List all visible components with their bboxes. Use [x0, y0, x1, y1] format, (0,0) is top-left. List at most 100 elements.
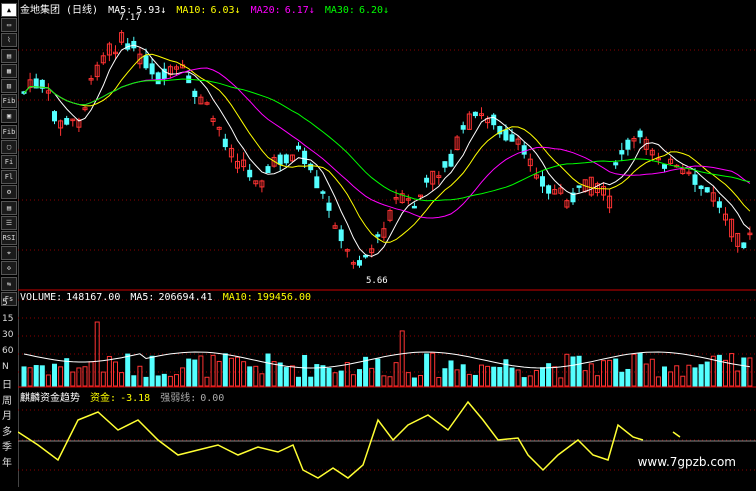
toolbar-button-12[interactable]: ⚙	[1, 185, 17, 200]
candle-body	[52, 111, 57, 122]
candle-body	[302, 150, 308, 165]
volume-bar	[131, 375, 137, 387]
volume-bar	[509, 367, 515, 387]
volume-bar	[253, 365, 259, 387]
toolbar-button-15[interactable]: RSI	[1, 231, 17, 245]
volume-bar	[58, 366, 64, 387]
toolbar-button-5[interactable]: ▥	[1, 79, 17, 93]
toolbar-button-4[interactable]: ▦	[1, 63, 17, 78]
toolbar-button-8[interactable]: Fib	[1, 124, 17, 139]
volume-bar	[619, 371, 625, 387]
volume-bar	[100, 371, 106, 387]
toolbar-button-3[interactable]: ▤	[1, 48, 17, 63]
toolbar-button-11[interactable]: Fl	[1, 170, 17, 185]
ma20-value: 6.17↓	[284, 5, 315, 16]
volume-bar	[448, 360, 454, 387]
volume-bar	[350, 374, 356, 387]
candle-body	[247, 169, 253, 178]
toolbar-button-9[interactable]: ▢	[1, 139, 17, 154]
volume-bar	[88, 361, 94, 387]
volume-bar	[387, 376, 393, 387]
volume-bar	[594, 375, 600, 387]
volume-header: VOLUME: 148167.00 MA5: 206694.41 MA10: 1994…	[20, 292, 315, 303]
period-label-3[interactable]: 多	[2, 423, 12, 438]
vol-ma10-label: MA10:	[222, 292, 253, 303]
volume-bar	[302, 354, 308, 387]
toolbar-button-18[interactable]: ⇆	[1, 276, 17, 291]
volume-bar	[503, 359, 509, 387]
toolbar-button-6[interactable]: Fib	[1, 94, 17, 109]
volume-bar	[186, 358, 192, 387]
toolbar-button-16[interactable]: ⌖	[1, 246, 17, 261]
toolbar-button-1[interactable]: ▭	[1, 18, 17, 33]
toolbar-button-17[interactable]: ✣	[1, 261, 17, 276]
strength-label: 强弱线:	[160, 393, 197, 404]
period-label-4[interactable]: 季	[2, 438, 12, 453]
chart-area[interactable]: 金地集团 (日线) MA5: 5.93↓ MA10: 6.03↓ MA20: 6.17…	[17, 0, 756, 487]
volume-bar	[125, 353, 131, 387]
ma5-line	[23, 44, 751, 257]
volume-bar	[259, 373, 265, 387]
volume-bar	[21, 366, 27, 387]
candle-body	[460, 125, 466, 130]
volume-bar	[680, 375, 686, 387]
volume-bar	[655, 376, 661, 387]
volume-bar	[411, 377, 417, 387]
main-header: 金地集团 (日线) MA5: 5.93↓ MA10: 6.03↓ MA20: 6.17…	[20, 1, 393, 16]
volume-bar	[430, 352, 436, 387]
volume-bar	[70, 371, 76, 387]
candle-body	[64, 118, 70, 125]
volume-bar	[662, 366, 667, 387]
candle-body	[546, 185, 552, 194]
period-label-1[interactable]: 周	[2, 392, 12, 407]
toolbar-button-2[interactable]: ⌇	[1, 33, 17, 48]
volume-bar	[198, 355, 204, 387]
vol-ma5-value: 206694.41	[158, 292, 213, 303]
toolbar-button-0[interactable]: ▲	[1, 3, 17, 17]
volume-bar	[137, 365, 143, 387]
volume-bar	[357, 369, 362, 387]
candle-body	[283, 154, 289, 164]
candle-body	[222, 138, 228, 148]
candle-body	[320, 191, 326, 194]
volume-bar	[363, 356, 369, 387]
period-label-5[interactable]: 年	[2, 454, 12, 469]
volume-bar	[686, 364, 692, 387]
volume-bar	[174, 374, 179, 387]
period-label-0[interactable]: 日	[2, 376, 12, 391]
toolbar-button-13[interactable]: ▤	[1, 200, 17, 215]
volume-bar	[180, 367, 186, 387]
candle-body	[540, 176, 545, 187]
volume-bar	[533, 369, 539, 387]
candle-body	[375, 234, 381, 237]
volume-bar	[247, 366, 253, 387]
candle-body	[149, 63, 155, 75]
ma30-line	[23, 78, 750, 202]
toolbar-button-7[interactable]: ▣	[1, 109, 17, 124]
candle-body	[338, 229, 344, 242]
candle-body	[491, 114, 497, 126]
kline-chart-svg	[17, 30, 756, 479]
volume-bar	[558, 377, 564, 387]
volume-bar	[698, 364, 704, 387]
volume-bar	[308, 376, 314, 387]
volume-bar	[466, 373, 472, 387]
volume-bar	[326, 367, 332, 387]
volume-bar	[601, 360, 606, 387]
toolbar-button-10[interactable]: Fi	[1, 155, 17, 169]
volume-bar	[418, 375, 423, 387]
candle-body	[155, 72, 161, 85]
candle-body	[314, 176, 320, 189]
volume-bar	[631, 353, 637, 387]
volume-bar	[344, 362, 350, 387]
volume-bar	[442, 368, 448, 387]
volume-bar	[338, 370, 344, 387]
volume-bar	[552, 366, 558, 387]
toolbar-button-14[interactable]: ☰	[1, 215, 17, 230]
period-label-2[interactable]: 月	[2, 407, 12, 422]
volume-bar	[277, 362, 283, 387]
volume-bar	[45, 374, 51, 387]
candle-body	[503, 129, 509, 141]
candle-body	[442, 161, 448, 168]
stock-title: 金地集团 (日线)	[20, 5, 99, 16]
